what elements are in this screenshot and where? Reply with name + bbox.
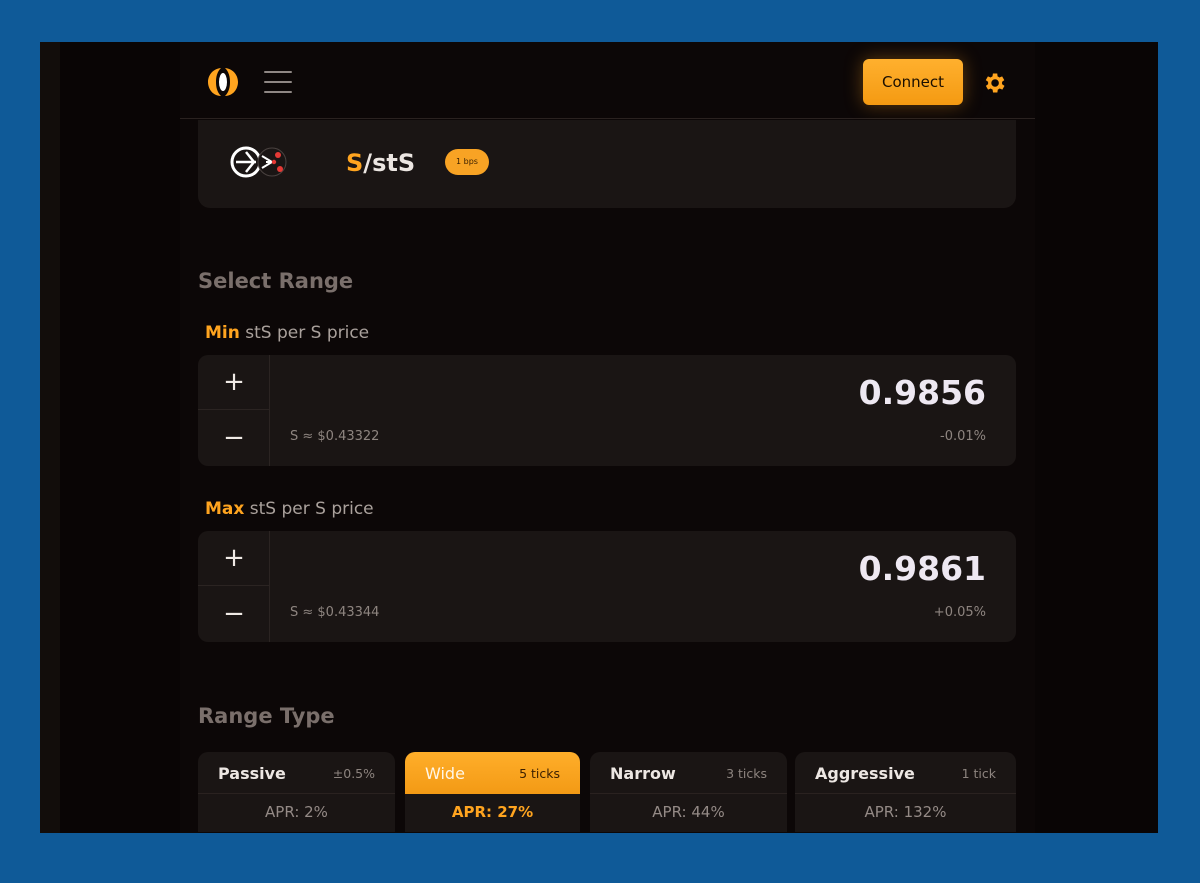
minus-icon: − xyxy=(223,598,245,629)
pair-quote: stS xyxy=(372,149,416,177)
frame-edge xyxy=(40,42,60,833)
range-option-apr: APR: 44% xyxy=(652,803,725,821)
max-increment-button[interactable]: + xyxy=(198,531,270,586)
menu-line xyxy=(264,91,292,93)
range-option-header: Narrow 3 ticks xyxy=(590,752,787,794)
pair-separator: / xyxy=(363,149,373,177)
pair-card: S/stS 1 bps xyxy=(198,120,1016,208)
select-range-title: Select Range xyxy=(198,269,354,293)
min-price-label: Min stS per S price xyxy=(205,323,369,343)
range-option-name: Narrow xyxy=(610,764,676,783)
fee-tier-badge: 1 bps xyxy=(445,149,489,175)
min-label-prefix: Min xyxy=(205,323,240,343)
menu-line xyxy=(264,81,292,83)
range-type-title: Range Type xyxy=(198,704,335,728)
max-price-stepper: + − xyxy=(198,531,270,642)
max-price-field[interactable] xyxy=(686,549,986,588)
range-option-name: Passive xyxy=(218,764,286,783)
pair-name: S/stS xyxy=(346,149,415,177)
min-price-field[interactable] xyxy=(686,373,986,412)
max-usd-reference: S ≈ $0.43344 xyxy=(290,605,380,620)
max-pct-change: +0.05% xyxy=(933,605,986,620)
range-option-header: Aggressive 1 tick xyxy=(795,752,1016,794)
min-decrement-button[interactable]: − xyxy=(198,410,270,465)
max-price-input-box: + − S ≈ $0.43344 +0.05% xyxy=(198,531,1016,642)
range-option-narrow[interactable]: Narrow 3 ticks APR: 44% xyxy=(590,752,787,832)
main-column: Connect S/stS 1 bps Select Range Min stS… xyxy=(180,42,1035,833)
connect-button[interactable]: Connect xyxy=(863,59,963,105)
range-option-meta: 3 ticks xyxy=(726,766,767,781)
plus-icon: + xyxy=(223,543,245,573)
max-decrement-button[interactable]: − xyxy=(198,586,270,641)
range-option-meta: 1 tick xyxy=(961,766,996,781)
max-label-prefix: Max xyxy=(205,499,245,519)
range-option-aggressive[interactable]: Aggressive 1 tick APR: 132% xyxy=(795,752,1016,832)
range-option-header: Passive ±0.5% xyxy=(198,752,395,794)
range-option-apr: APR: 132% xyxy=(864,803,947,821)
range-type-options: Passive ±0.5% APR: 2% Wide 5 ticks APR: … xyxy=(198,752,1016,832)
min-pct-change: -0.01% xyxy=(940,429,986,444)
range-option-name: Aggressive xyxy=(815,764,915,783)
range-option-meta: 5 ticks xyxy=(519,766,560,781)
min-price-stepper: + − xyxy=(198,355,270,466)
min-increment-button[interactable]: + xyxy=(198,355,270,410)
range-option-apr: APR: 27% xyxy=(451,803,534,821)
plus-icon: + xyxy=(223,367,245,397)
minus-icon: − xyxy=(223,422,245,453)
range-option-apr: APR: 2% xyxy=(265,803,328,821)
min-usd-reference: S ≈ $0.43322 xyxy=(290,429,380,444)
range-option-header: Wide 5 ticks xyxy=(405,752,580,794)
hamburger-menu-icon[interactable] xyxy=(264,71,292,93)
token-pair-icon xyxy=(230,146,287,178)
max-label-suffix: stS per S price xyxy=(244,499,374,519)
range-option-meta: ±0.5% xyxy=(332,766,375,781)
range-option-name: Wide xyxy=(425,764,465,783)
range-option-wide[interactable]: Wide 5 ticks APR: 27% xyxy=(405,752,580,832)
min-label-suffix: stS per S price xyxy=(239,323,370,343)
max-price-label: Max stS per S price xyxy=(205,499,374,519)
menu-line xyxy=(264,71,292,73)
app-frame: Connect S/stS 1 bps Select Range Min stS… xyxy=(40,42,1158,833)
gear-icon[interactable] xyxy=(981,70,1007,96)
logo-icon[interactable] xyxy=(206,65,240,99)
pair-base: S xyxy=(346,149,364,177)
top-bar: Connect xyxy=(180,42,1035,119)
range-option-passive[interactable]: Passive ±0.5% APR: 2% xyxy=(198,752,395,832)
min-price-input-box: + − S ≈ $0.43322 -0.01% xyxy=(198,355,1016,466)
